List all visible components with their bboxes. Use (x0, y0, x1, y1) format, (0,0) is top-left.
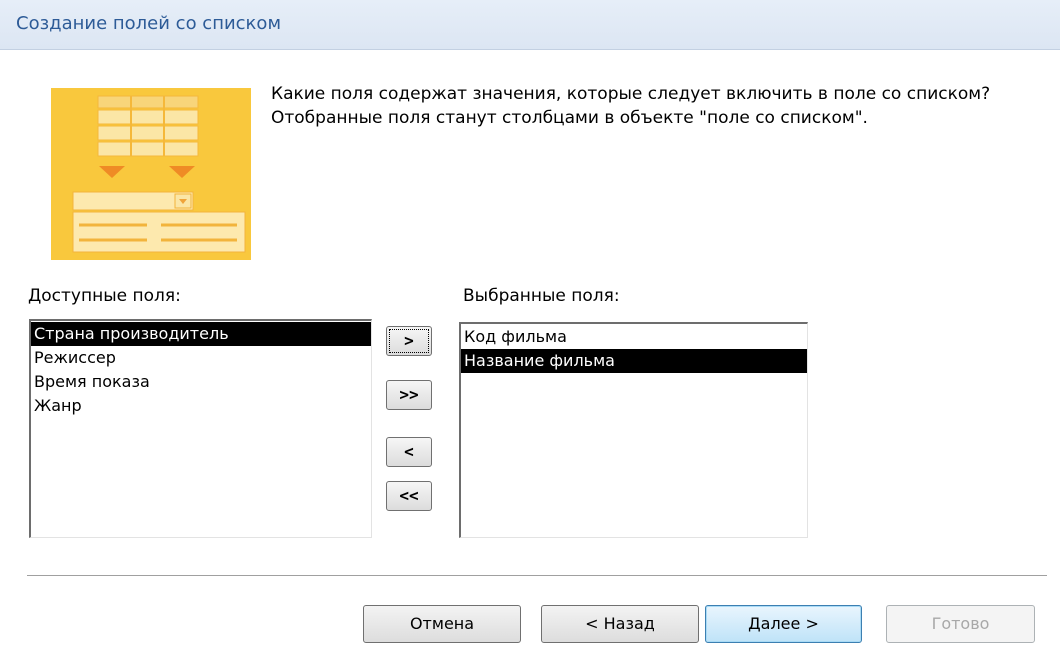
question-text: Какие поля содержат значения, которые сл… (271, 84, 991, 128)
selected-fields-list[interactable]: Код фильма Название фильма (459, 322, 808, 538)
back-button[interactable]: < Назад (541, 605, 699, 643)
add-field-button[interactable]: > (386, 326, 432, 356)
window-title: Создание полей со списком (16, 13, 282, 34)
title-bar: Создание полей со списком (0, 0, 1060, 50)
list-item[interactable]: Страна производитель (31, 322, 371, 346)
list-item[interactable]: Название фильма (461, 349, 807, 373)
footer-separator (27, 575, 1047, 577)
add-all-fields-button[interactable]: >> (386, 380, 432, 410)
list-item[interactable]: Код фильма (461, 325, 807, 349)
list-item[interactable]: Время показа (31, 370, 371, 394)
available-fields-label: Доступные поля: (28, 286, 181, 306)
remove-all-fields-button[interactable]: << (386, 481, 432, 511)
combo-box-wizard-icon (51, 88, 251, 260)
next-button[interactable]: Далее > (705, 605, 862, 643)
cancel-button[interactable]: Отмена (363, 605, 521, 643)
selected-fields-label: Выбранные поля: (463, 286, 620, 306)
finish-button[interactable]: Готово (886, 605, 1035, 643)
available-fields-list[interactable]: Страна производитель Режиссер Время пока… (29, 319, 372, 538)
list-item[interactable]: Жанр (31, 394, 371, 418)
list-item[interactable]: Режиссер (31, 346, 371, 370)
remove-field-button[interactable]: < (386, 437, 432, 467)
